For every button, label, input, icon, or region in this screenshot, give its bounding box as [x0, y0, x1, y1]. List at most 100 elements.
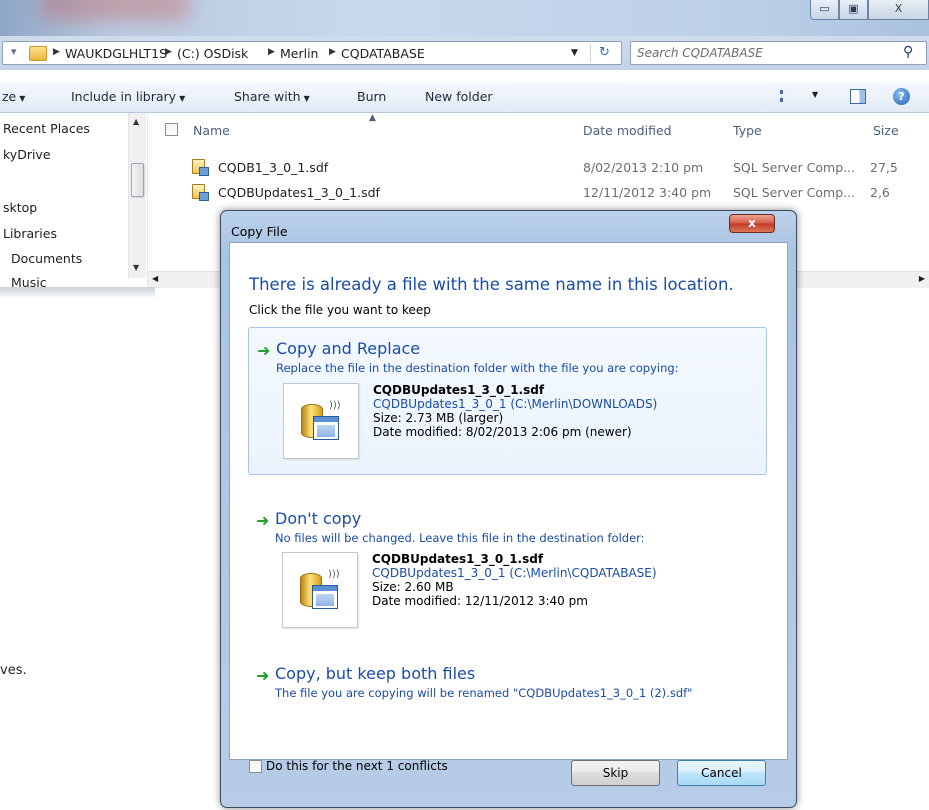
dialog-close-button[interactable]: x [729, 214, 775, 233]
chevron-down-icon[interactable]: ▼ [812, 90, 818, 99]
command-bar: ze ▼ Include in library ▼ Share with ▼ Burn… [0, 82, 929, 113]
column-header-type[interactable]: Type [733, 123, 762, 138]
chevron-down-icon: ▼ [303, 94, 310, 103]
minimize-button[interactable]: ▭ [810, 0, 839, 20]
dialog-subheading: Click the file you want to keep [249, 303, 431, 317]
copy-file-dialog: Copy File x There is already a file with… [220, 210, 797, 808]
breadcrumb-separator-icon[interactable]: ▶ [329, 47, 336, 57]
option-title: Don't copy [275, 509, 362, 528]
change-view-icon[interactable] [780, 90, 794, 102]
breadcrumb-separator-icon[interactable]: ▶ [165, 47, 172, 57]
refresh-icon[interactable]: ↻ [590, 44, 618, 62]
search-box[interactable]: ⚲ [630, 41, 927, 65]
help-icon[interactable]: ? [893, 88, 910, 105]
file-size: 2,6 [870, 185, 890, 200]
recent-pages-icon[interactable]: ▾ [11, 45, 17, 58]
chevron-down-icon: ▼ [19, 94, 26, 103]
option-description: Replace the file in the destination fold… [276, 361, 679, 375]
nav-item-libraries[interactable]: Libraries [3, 226, 57, 241]
database-file-icon: ))) [301, 400, 343, 444]
cancel-button[interactable]: Cancel [677, 760, 766, 786]
scroll-left-icon[interactable]: ◀ [152, 274, 158, 283]
background-text: ves. [0, 663, 27, 678]
breadcrumb-drive[interactable]: (C:) OSDisk [177, 46, 248, 61]
column-header-name[interactable]: Name [193, 123, 230, 138]
scroll-right-icon[interactable]: ▶ [919, 274, 925, 283]
select-all-checkbox[interactable] [165, 123, 178, 136]
organize-button[interactable]: ze ▼ [2, 89, 25, 104]
file-date: 12/11/2012 3:40 pm [583, 185, 712, 200]
file-info: CQDBUpdates1_3_0_1.sdf CQDBUpdates1_3_0_… [372, 552, 657, 608]
green-arrow-icon: ➜ [256, 666, 270, 685]
green-arrow-icon: ➜ [256, 511, 270, 530]
sdf-file-icon [192, 159, 209, 176]
file-info-date: Date modified: 12/11/2012 3:40 pm [372, 594, 588, 608]
titlebar-glare [40, 0, 190, 20]
dialog-title: Copy File [231, 224, 288, 239]
column-header-size[interactable]: Size [873, 123, 899, 138]
file-info-name: CQDBUpdates1_3_0_1.sdf [373, 383, 545, 397]
file-name: CQDB1_3_0_1.sdf [218, 160, 329, 175]
breadcrumb-separator-icon[interactable]: ▶ [53, 47, 60, 57]
maximize-button[interactable]: ▣ [839, 0, 868, 20]
file-thumbnail: ))) [282, 552, 358, 628]
nav-item-music[interactable]: Music [11, 275, 47, 287]
file-type: SQL Server Comp... [733, 160, 856, 175]
scroll-down-icon[interactable]: ▼ [133, 263, 139, 272]
breadcrumb-computer[interactable]: WAUKDGLHLT1S [65, 46, 167, 61]
file-type: SQL Server Comp... [733, 185, 856, 200]
breadcrumb-merlin[interactable]: Merlin [280, 46, 318, 61]
nav-item-recent-places[interactable]: Recent Places [3, 121, 90, 136]
search-input[interactable] [637, 45, 887, 61]
burn-button[interactable]: Burn [357, 89, 386, 104]
file-thumbnail: ))) [283, 383, 359, 459]
new-folder-button[interactable]: New folder [425, 89, 493, 104]
file-date: 8/02/2013 2:10 pm [583, 160, 704, 175]
file-info-size: Size: 2.73 MB (larger) [373, 411, 504, 425]
file-info-date: Date modified: 8/02/2013 2:06 pm (newer) [373, 425, 632, 439]
scrollbar-thumb[interactable] [131, 163, 144, 197]
file-info-name: CQDBUpdates1_3_0_1.sdf [372, 552, 544, 566]
option-title: Copy and Replace [276, 339, 421, 358]
apply-to-all-checkbox[interactable] [249, 760, 262, 773]
dialog-body: There is already a file with the same na… [229, 242, 788, 760]
file-row[interactable]: CQDBUpdates1_3_0_1.sdf 12/11/2012 3:40 p… [150, 182, 929, 204]
file-row[interactable]: CQDB1_3_0_1.sdf 8/02/2013 2:10 pm SQL Se… [150, 157, 929, 179]
share-with-button[interactable]: Share with ▼ [234, 89, 310, 104]
dont-copy-option[interactable]: ➜ Don't copy No files will be changed. L… [248, 498, 767, 633]
file-name: CQDBUpdates1_3_0_1.sdf [218, 185, 380, 200]
skip-button[interactable]: Skip [571, 760, 660, 786]
address-bar[interactable]: ▾ ▶ WAUKDGLHLT1S ▶ (C:) OSDisk ▶ Merlin … [2, 41, 622, 65]
file-info-size: Size: 2.60 MB [372, 580, 454, 594]
share-with-label: Share with [234, 89, 301, 104]
nav-scrollbar[interactable]: ▲ ▼ [128, 113, 146, 278]
breadcrumb-separator-icon[interactable]: ▶ [268, 47, 275, 57]
include-in-library-label: Include in library [71, 89, 177, 104]
include-in-library-button[interactable]: Include in library ▼ [71, 89, 185, 104]
explorer-titlebar: ▭ ▣ X [0, 0, 929, 36]
window-shadow [0, 287, 155, 299]
nav-item-documents[interactable]: Documents [11, 251, 82, 266]
column-header-date[interactable]: Date modified [583, 123, 672, 138]
file-info: CQDBUpdates1_3_0_1.sdf CQDBUpdates1_3_0_… [373, 383, 657, 439]
apply-to-all-label[interactable]: Do this for the next 1 conflicts [266, 759, 448, 773]
option-title: Copy, but keep both files [275, 664, 476, 683]
copy-and-replace-option[interactable]: ➜ Copy and Replace Replace the file in t… [248, 327, 767, 475]
sdf-file-icon [192, 184, 209, 201]
chevron-down-icon: ▼ [179, 94, 186, 103]
close-window-button[interactable]: X [868, 0, 929, 20]
database-file-icon: ))) [300, 569, 342, 613]
option-description: The file you are copying will be renamed… [275, 686, 693, 700]
scroll-up-icon[interactable]: ▲ [133, 117, 139, 126]
keep-both-option[interactable]: ➜ Copy, but keep both files The file you… [248, 653, 767, 703]
preview-pane-icon[interactable] [850, 89, 866, 104]
nav-item-skydrive[interactable]: kyDrive [3, 147, 51, 162]
address-dropdown-icon[interactable]: ▼ [571, 48, 578, 58]
address-row: ▾ ▶ WAUKDGLHLT1S ▶ (C:) OSDisk ▶ Merlin … [0, 36, 929, 70]
search-icon[interactable]: ⚲ [903, 44, 913, 60]
folder-icon [29, 46, 47, 61]
breadcrumb-cqdatabase[interactable]: CQDATABASE [341, 46, 425, 61]
nav-item-desktop[interactable]: sktop [3, 200, 37, 215]
option-description: No files will be changed. Leave this fil… [275, 531, 645, 545]
green-arrow-icon: ➜ [257, 341, 271, 360]
